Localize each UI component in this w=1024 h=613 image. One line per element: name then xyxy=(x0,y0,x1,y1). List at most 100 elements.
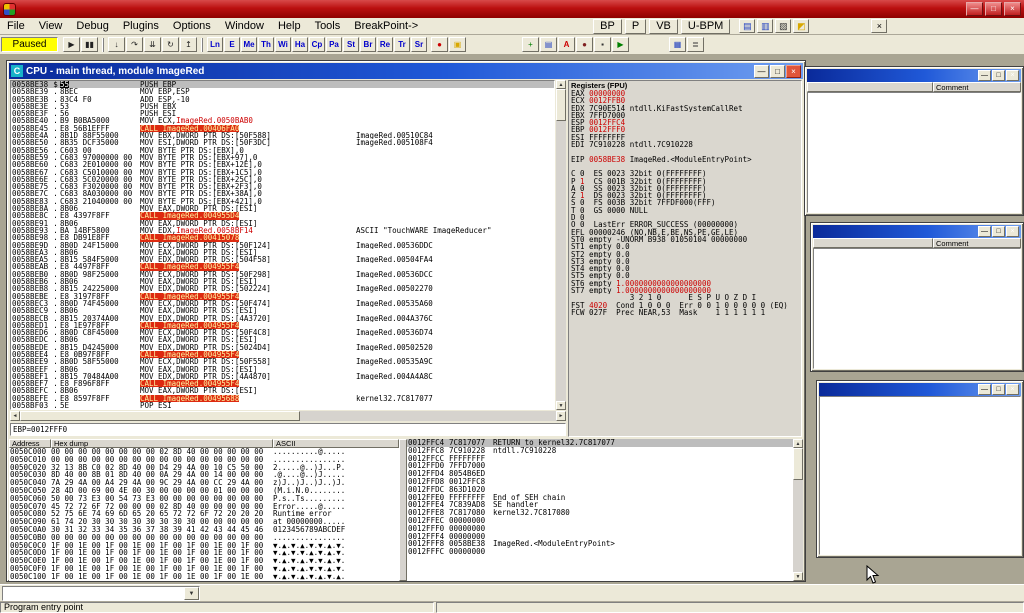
stack-row[interactable]: 0012FFE8 7C817080 kernel32.7C817080 xyxy=(407,509,793,517)
handles-button[interactable]: Ha xyxy=(292,37,308,52)
register-row[interactable]: ST6 empty 1.0000000000000000000 xyxy=(569,280,801,287)
step-over-button[interactable]: ↷ xyxy=(126,37,143,52)
dump-row[interactable]: 0050C0D0 1F 00 1E 00 1F 00 1F 00 1E 00 1… xyxy=(9,549,399,557)
register-row[interactable]: EFL 00000246 (NO,NB,E,BE,NS,PE,GE,LE) xyxy=(569,229,801,236)
dump-row[interactable]: 0050C100 1F 00 1E 00 1F 00 1E 00 1F 00 1… xyxy=(9,573,399,581)
side-window-body[interactable] xyxy=(813,248,1021,369)
disasm-row[interactable]: 0058BE60 . C683 2E010000 00 MOV BYTE PTR… xyxy=(11,161,554,168)
list-icon[interactable]: ▤ xyxy=(540,37,557,52)
disasm-row[interactable]: 0058BE8A . 8B06 MOV EAX,DWORD PTR DS:[ES… xyxy=(11,205,554,212)
stack-row[interactable]: 0012FFE0 FFFFFFFF End of SEH chain xyxy=(407,494,793,502)
stack-row[interactable]: 0012FFCC FFFFFFFF xyxy=(407,455,793,463)
cpu-titlebar[interactable]: C CPU - main thread, module ImageRed —□× xyxy=(9,63,803,79)
references-button[interactable]: Re xyxy=(377,37,393,52)
scroll-right-icon[interactable]: ► xyxy=(556,411,566,421)
disasm-row[interactable]: 0058BEDE . 8B15 D4245000 MOV EDX,DWORD P… xyxy=(11,344,554,351)
register-row[interactable]: Z 1 DS 0023 32bit 0(FFFFFFFF) xyxy=(569,192,801,199)
stack-row[interactable]: 0012FFEC 00000000 xyxy=(407,517,793,525)
scroll-down-icon[interactable]: ▼ xyxy=(793,572,803,581)
disassembly-vscrollbar[interactable]: ▲ ▼ xyxy=(556,80,566,410)
disasm-row[interactable]: 0058BE75 . C683 F3020000 00 MOV BYTE PTR… xyxy=(11,183,554,190)
font-icon[interactable]: A xyxy=(558,37,575,52)
scroll-thumb[interactable] xyxy=(556,89,566,121)
stack-row[interactable]: 0012FFD0 7FFD7000 xyxy=(407,462,793,470)
run-trace-button[interactable]: Tr xyxy=(394,37,410,52)
side-column-blank[interactable] xyxy=(813,238,933,248)
disasm-row[interactable]: 0058BE83 . C683 21040000 00 MOV BYTE PTR… xyxy=(11,198,554,205)
side-maximize-button[interactable]: □ xyxy=(992,226,1005,237)
execute-till-return-button[interactable]: ↥ xyxy=(180,37,197,52)
combo-dropdown-icon[interactable]: ▼ xyxy=(184,587,199,600)
pause-button[interactable]: ▮▮ xyxy=(81,37,98,52)
windows-button[interactable]: Wi xyxy=(275,37,291,52)
side-close-button[interactable]: × xyxy=(1006,70,1019,81)
register-row[interactable]: ESP 0012FFC4 xyxy=(569,119,801,126)
disasm-row[interactable]: 0058BEFC . 8B06 MOV EAX,DWORD PTR DS:[ES… xyxy=(11,387,554,394)
breakpoint-icon[interactable]: ● xyxy=(431,37,448,52)
register-row[interactable] xyxy=(569,163,801,170)
animate-over-button[interactable]: ↻ xyxy=(162,37,179,52)
register-row[interactable]: O 0 LastErr ERROR_SUCCESS (00000000) xyxy=(569,221,801,228)
register-row[interactable]: ST7 empty 1.0000000000000000000 xyxy=(569,287,801,294)
highlight-icon[interactable]: ▣ xyxy=(449,37,466,52)
breakpoint-toolbar-button[interactable]: BP xyxy=(593,19,622,34)
disasm-row[interactable]: 0058BEFE . E8 8597F8FF CALL ImageRed.004… xyxy=(11,395,554,402)
scroll-left-icon[interactable]: ◄ xyxy=(10,411,20,421)
menu-item[interactable]: Debug xyxy=(69,19,115,33)
registers-pane[interactable]: Registers (FPU) EAX 00000000 ECX 0012FFB… xyxy=(568,80,802,437)
disasm-row[interactable]: 0058BE56 . C603 00 MOV BYTE PTR DS:[EBX]… xyxy=(11,147,554,154)
side-close-button[interactable]: × xyxy=(1006,226,1019,237)
memory-map-button[interactable]: Me xyxy=(241,37,257,52)
side-minimize-button[interactable]: — xyxy=(978,384,991,395)
scroll-thumb[interactable] xyxy=(793,448,803,480)
columns-icon[interactable]: ▥ xyxy=(757,19,773,33)
register-row[interactable]: S 0 FS 003B 32bit 7FFDF000(FFF) xyxy=(569,199,801,206)
register-row[interactable]: ESI FFFFFFFF xyxy=(569,134,801,141)
stack-row[interactable]: 0012FFC8 7C910228 ntdll.7C910228 xyxy=(407,447,793,455)
dump-row[interactable]: 0050C060 50 00 73 E3 00 54 73 E3 00 00 0… xyxy=(9,495,399,503)
add-icon[interactable]: + xyxy=(522,37,539,52)
menu-item[interactable]: BreakPoint-> xyxy=(347,19,425,33)
register-row[interactable]: C 0 ES 0023 32bit 0(FFFFFFFF) xyxy=(569,170,801,177)
disasm-row[interactable]: 0058BEC9 . 8B06 MOV EAX,DWORD PTR DS:[ES… xyxy=(11,307,554,314)
disassembly-hscrollbar[interactable]: ◄ ► xyxy=(10,411,566,421)
toolbar-close-button[interactable]: × xyxy=(871,19,887,33)
log-list-icon[interactable]: ≣ xyxy=(687,37,704,52)
register-row[interactable]: ECX 0012FFB0 xyxy=(569,97,801,104)
dump-row[interactable]: 0050C030 8D 40 00 8B 01 8D 40 00 0A 29 4… xyxy=(9,471,399,479)
dump-row[interactable]: 0050C070 45 72 72 6F 72 00 00 00 02 8D 4… xyxy=(9,503,399,511)
register-row[interactable]: ST1 empty 0.0 xyxy=(569,243,801,250)
source-button[interactable]: Sr xyxy=(411,37,427,52)
side-maximize-button[interactable]: □ xyxy=(992,70,1005,81)
disasm-row[interactable]: 0058BED6 . 8B0D C8F45000 MOV ECX,DWORD P… xyxy=(11,329,554,336)
side-close-button[interactable]: × xyxy=(1006,384,1019,395)
step-into-button[interactable]: ↓ xyxy=(108,37,125,52)
disasm-row[interactable]: 0058BE9D . 8B0D 24F15000 MOV ECX,DWORD P… xyxy=(11,242,554,249)
palette-icon[interactable]: ◩ xyxy=(793,19,809,33)
side-column-blank[interactable] xyxy=(807,82,933,92)
run-button[interactable]: ▶ xyxy=(63,37,80,52)
breakpoint-toolbar-button[interactable]: U-BPM xyxy=(681,19,730,34)
menu-item[interactable]: View xyxy=(32,19,70,33)
breakpoint-toolbar-button[interactable]: VB xyxy=(649,19,678,34)
menu-item[interactable]: Window xyxy=(218,19,271,33)
dump-row[interactable]: 0050C0C0 1F 00 1E 00 1F 00 1E 00 1F 00 1… xyxy=(9,542,399,550)
stack-row[interactable]: 0012FFFC 00000000 xyxy=(407,548,793,556)
register-row[interactable]: EIP 0058BE38 ImageRed.<ModuleEntryPoint> xyxy=(569,156,801,163)
register-row[interactable] xyxy=(569,148,801,155)
menu-item[interactable]: Options xyxy=(166,19,218,33)
register-row[interactable]: ST4 empty 0.0 xyxy=(569,265,801,272)
cpu-maximize-button[interactable]: □ xyxy=(770,65,785,78)
register-row[interactable]: EDI 7C910228 ntdll.7C910228 xyxy=(569,141,801,148)
disasm-row[interactable]: 0058BEB0 . 8B0D 98F25000 MOV ECX,DWORD P… xyxy=(11,271,554,278)
animate-into-button[interactable]: ⇊ xyxy=(144,37,161,52)
doc-icon[interactable]: ▤ xyxy=(739,19,755,33)
register-row[interactable]: ST5 empty 0.0 xyxy=(569,272,801,279)
stack-row[interactable]: 0012FFF4 00000000 xyxy=(407,533,793,541)
dump-row[interactable]: 0050C050 28 4D 00 69 00 4E 00 30 00 00 0… xyxy=(9,487,399,495)
side-window-titlebar[interactable]: —□× xyxy=(807,69,1021,82)
menu-item[interactable]: Plugins xyxy=(116,19,166,33)
disasm-row[interactable]: 0058BE3F . 56 PUSH ESI xyxy=(11,110,554,117)
disasm-row[interactable]: 0058BEE4 . E8 0B97F8FF CALL ImageRed.004… xyxy=(11,351,554,358)
stack-row[interactable]: 0012FFF8 0058BE38 ImageRed.<ModuleEntryP… xyxy=(407,540,793,548)
